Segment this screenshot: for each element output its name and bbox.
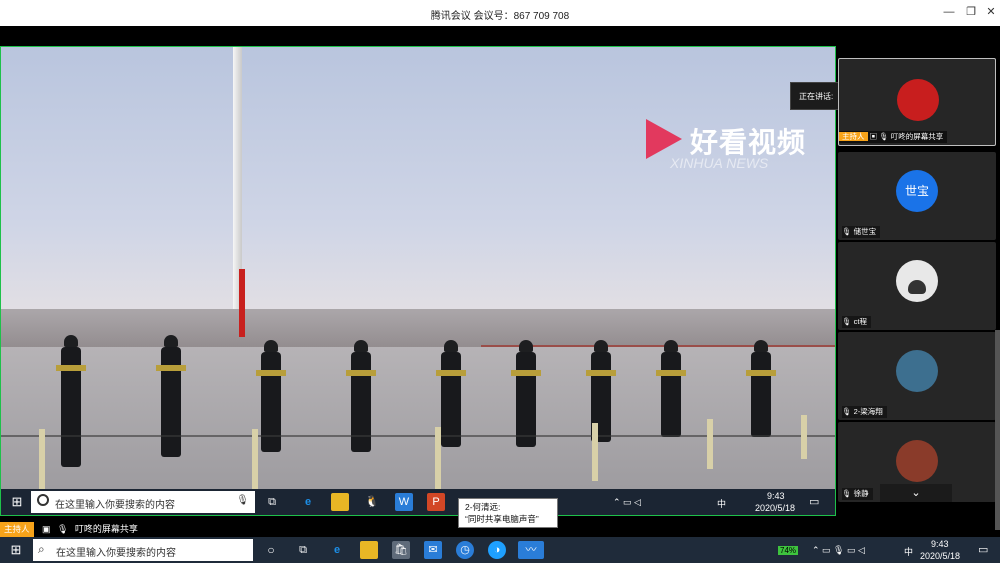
title-bar: 腾讯会议 会议号：867 709 708 — ❐ ✕ (0, 0, 1000, 26)
folder-icon[interactable] (360, 541, 378, 559)
shared-video: 好看视频 XINHUA NEWS (1, 47, 835, 489)
close-button[interactable]: ✕ (982, 4, 1000, 20)
mail-icon[interactable]: ✉ (424, 541, 442, 559)
participant-name: 🎙 徐静 (842, 488, 873, 500)
participant-name: 🎙 ct程 (842, 316, 871, 328)
maximize-button[interactable]: ❐ (962, 4, 980, 20)
avatar: 世宝 (896, 170, 938, 212)
soldier (156, 335, 186, 457)
task-view-icon: ⧉ (268, 496, 276, 508)
participant-tile[interactable]: 🎙 ct程 (838, 242, 996, 330)
wps-icon: W (395, 493, 413, 511)
speaking-label: 正在讲话: (799, 92, 834, 101)
participant-tile[interactable]: 世宝 🎙 储世宝 (838, 152, 996, 240)
tooltip-line2: “同时共享电脑声音” (465, 514, 539, 524)
logo-subtext: XINHUA NEWS (670, 155, 769, 171)
window-title: 腾讯会议 会议号：867 709 708 (430, 11, 570, 22)
search-icon: ⌕ (38, 542, 45, 556)
stone-post (707, 419, 713, 469)
task-view-icon[interactable]: ⧉ (294, 541, 312, 559)
screen-share-icon: ▣ (41, 524, 51, 534)
search-placeholder: 在这里输入你要搜索的内容 (56, 548, 176, 559)
battery-indicator: 74% (778, 546, 799, 555)
shared-clock-time: 9:43 (767, 491, 785, 501)
tray-icons[interactable]: ⌃ ▭ 🎙 ▭ ◁ (812, 545, 865, 556)
windows-start-icon: ⊞ (11, 494, 23, 509)
stone-post (435, 427, 441, 489)
flag (239, 269, 245, 337)
scrollbar[interactable] (995, 330, 1000, 530)
clock-icon[interactable]: ◷ (456, 541, 474, 559)
tencent-meeting-icon[interactable]: ◑ (488, 541, 506, 559)
soldier (56, 335, 86, 467)
host-tag: 主持人 (0, 522, 34, 537)
shared-screen: 好看视频 XINHUA NEWS ⊞ 在这里输入你要搜索的内容 🎙 ⧉ e 🐧 … (0, 46, 836, 516)
shared-search-text: 在这里输入你要搜索的内容 (55, 500, 175, 511)
participant-tile[interactable]: 主持人 ▣ 🎙 叮咚的屏幕共享 (838, 58, 996, 146)
ime-indicator: 中 (717, 499, 727, 509)
clock-date[interactable]: 2020/5/18 (920, 551, 960, 561)
folder-icon (331, 493, 349, 511)
stone-post (592, 423, 598, 481)
stone-post (39, 429, 45, 489)
cortana-icon (37, 494, 49, 506)
shared-clock-date: 2020/5/18 (755, 503, 796, 513)
mic-icon: 🎙 (236, 495, 249, 506)
soldier (511, 340, 541, 447)
collapse-panel-button[interactable]: ⌄ (880, 484, 952, 502)
notification-icon[interactable]: ▭ (978, 543, 988, 556)
ime-indicator[interactable]: 中 (904, 545, 913, 558)
stone-post (252, 429, 258, 489)
tray-icons: ⌃ ▭ ◁ (613, 497, 641, 507)
soldier (746, 340, 776, 437)
soldier (256, 340, 286, 452)
clock-time[interactable]: 9:43 (931, 539, 949, 549)
ppt-icon: P (427, 493, 445, 511)
store-icon[interactable]: 🛍 (392, 541, 410, 559)
participant-name: 🎙 储世宝 (842, 226, 881, 238)
shared-taskbar: ⊞ 在这里输入你要搜索的内容 🎙 ⧉ e 🐧 W P ⌃ ▭ ◁ 中 9:43 … (1, 489, 835, 515)
soldier (346, 340, 376, 452)
avatar (896, 350, 938, 392)
participant-name: 主持人 ▣ 🎙 叮咚的屏幕共享 (839, 131, 948, 143)
tooltip: 2-何清远: “同时共享电脑声音” (458, 498, 558, 528)
avatar (897, 79, 939, 121)
windows-start-icon[interactable]: ⊞ (7, 541, 25, 559)
edge-icon: e (304, 496, 312, 508)
minimize-button[interactable]: — (940, 4, 958, 20)
qq-icon: 🐧 (365, 496, 379, 508)
participant-tile[interactable]: 🎙 2-梁海翔 (838, 332, 996, 420)
taskbar: ⊞ ⌕ 在这里输入你要搜索的内容 ○ ⧉ e 🛍 ✉ ◷ ◑ 〰 74% ⌃ ▭… (0, 537, 1000, 563)
cortana-icon[interactable]: ○ (262, 541, 280, 559)
avatar (896, 260, 938, 302)
share-status-text: 叮咚的屏幕共享 (74, 524, 138, 534)
share-status: 主持人 ▣ 🎙 叮咚的屏幕共享 (0, 522, 230, 537)
soldier (436, 340, 466, 447)
search-box[interactable]: ⌕ 在这里输入你要搜索的内容 (33, 539, 253, 561)
play-icon (646, 119, 682, 159)
participant-name: 🎙 2-梁海翔 (842, 406, 887, 418)
edge-icon[interactable]: e (328, 541, 346, 559)
notification-icon: ▭ (809, 496, 820, 508)
stone-post (801, 415, 807, 459)
mic-icon: 🎙 (56, 524, 69, 534)
avatar (896, 440, 938, 482)
soldier (656, 340, 686, 437)
shared-search-box: 在这里输入你要搜索的内容 🎙 (31, 491, 255, 513)
tooltip-line1: 2-何清远: (465, 502, 501, 512)
penguin-icon (908, 280, 926, 294)
tencent-meeting-window-icon[interactable]: 〰 (518, 541, 544, 559)
